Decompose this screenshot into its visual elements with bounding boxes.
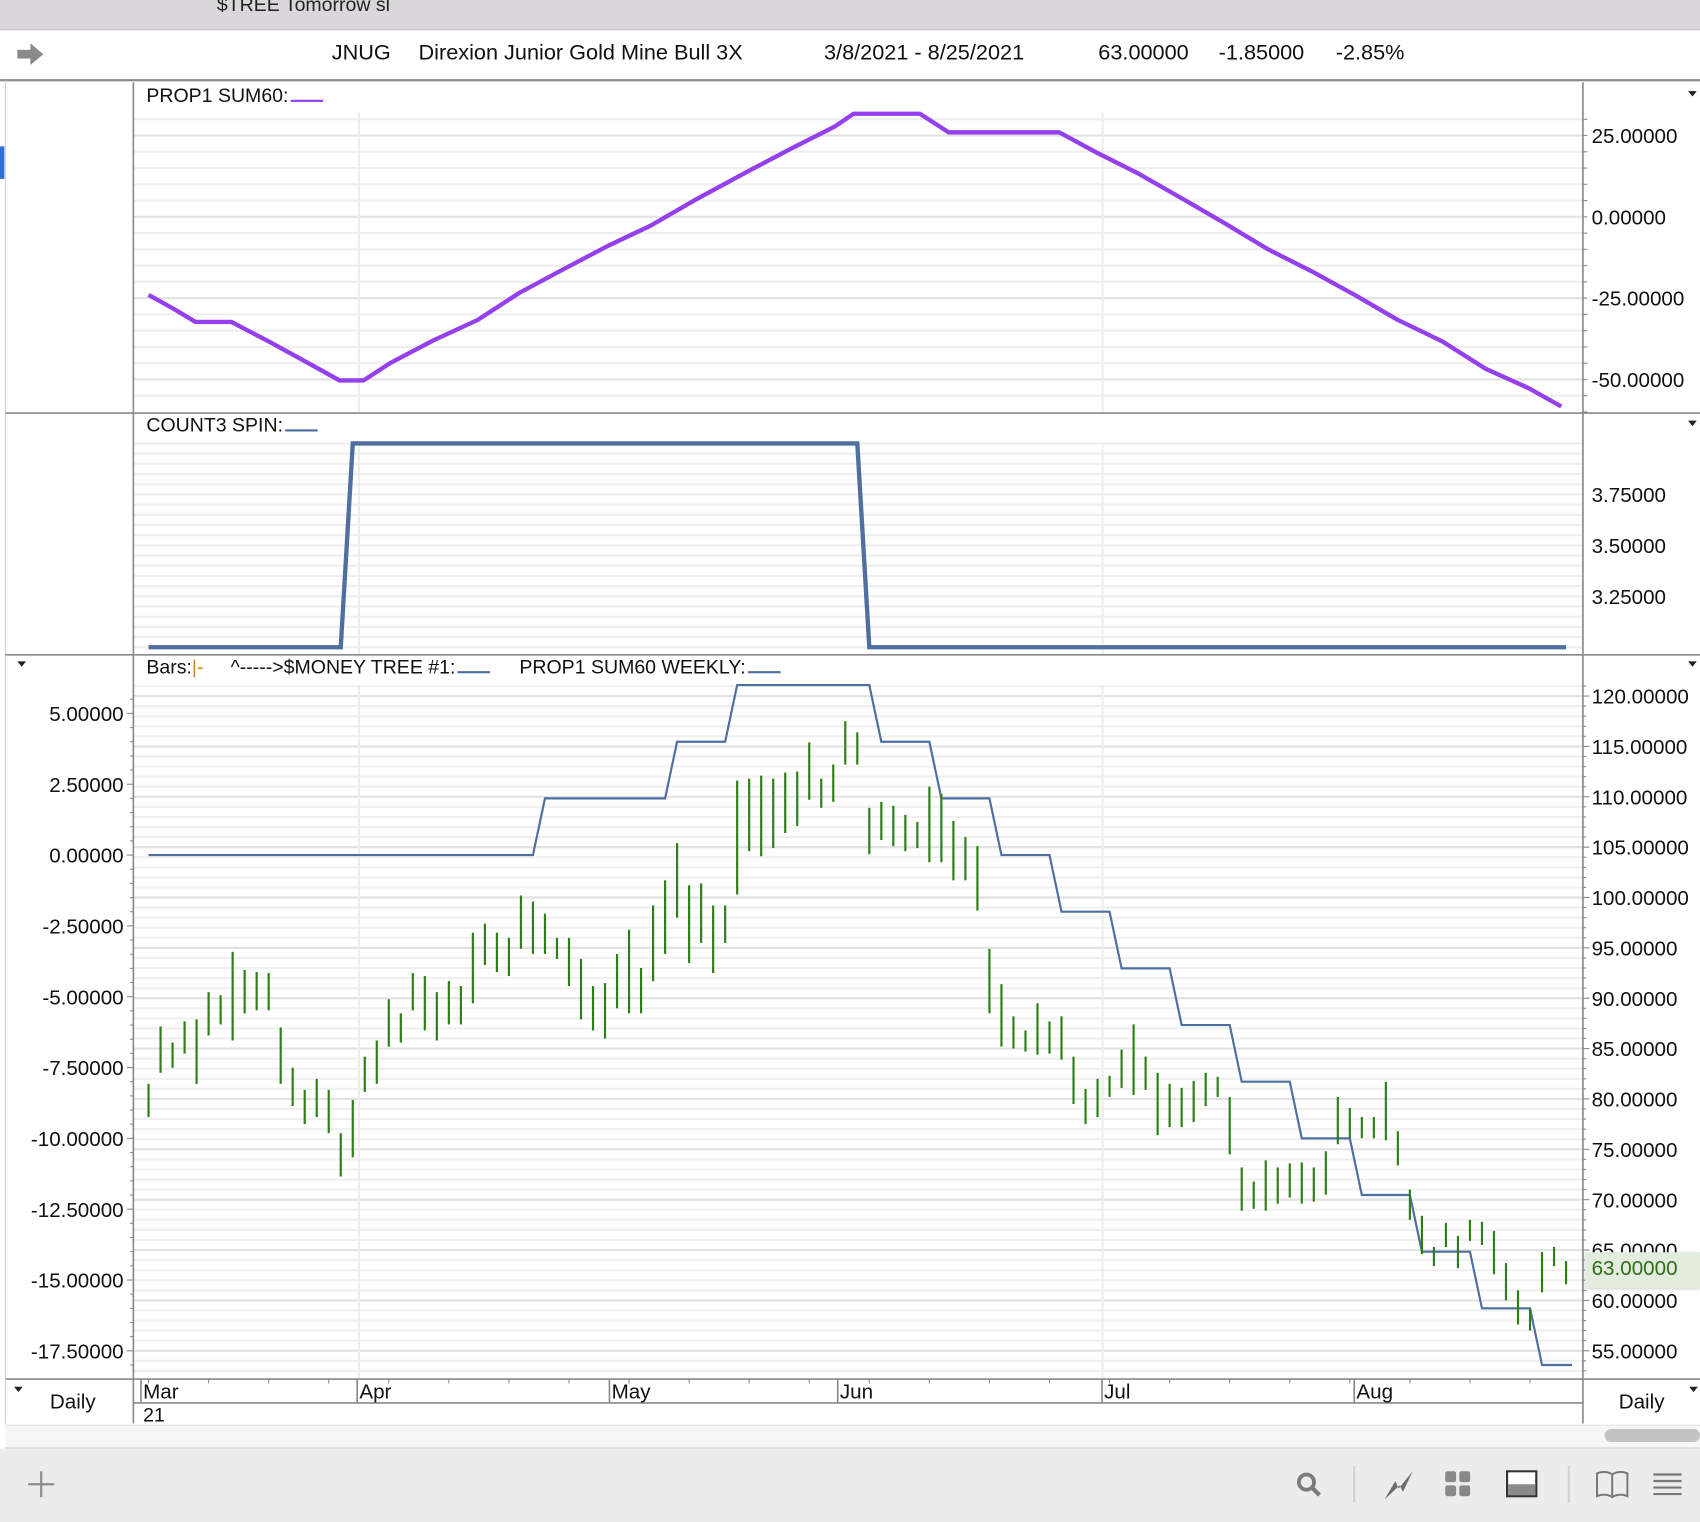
legend-label: PROP1 SUM60: bbox=[146, 84, 289, 107]
last-price-tag: 63.00000 bbox=[1585, 1252, 1700, 1289]
right-axis-label: 110.00000 bbox=[1592, 786, 1688, 809]
x-year-label: 21 bbox=[143, 1404, 165, 1426]
y-tick-label: -50.00000 bbox=[1592, 369, 1685, 392]
horizontal-scrollbar[interactable] bbox=[5, 1424, 1700, 1450]
legend-swatch bbox=[285, 429, 318, 432]
left-axis-label: -10.00000 bbox=[31, 1128, 124, 1151]
panel-menu-icon[interactable] bbox=[1688, 420, 1697, 427]
left-axis-label: 2.50000 bbox=[49, 774, 123, 797]
x-month-label: May bbox=[612, 1381, 652, 1404]
add-icon bbox=[28, 1471, 55, 1498]
periodicity-menu-icon[interactable] bbox=[1689, 1386, 1698, 1393]
add-button[interactable] bbox=[23, 1466, 60, 1503]
legend-label: PROP1 SUM60 WEEKLY: bbox=[519, 655, 746, 678]
panel-button[interactable] bbox=[1504, 1466, 1541, 1503]
right-axis-label: 80.00000 bbox=[1592, 1089, 1678, 1112]
y-tick-label: 0.00000 bbox=[1592, 206, 1666, 229]
legend-swatch bbox=[290, 99, 324, 102]
layout-grid-icon bbox=[1445, 1471, 1471, 1497]
chart-canvas[interactable]: 25.00000 0.00000 -25.00000 -50.00000 3.75000… bbox=[0, 0, 1700, 1448]
chart-window: $TREE Tomorrow sl JNUG Direxion Junior G… bbox=[0, 0, 1700, 1522]
x-month-label: Jul bbox=[1104, 1381, 1130, 1404]
legend-label: Bars: bbox=[146, 655, 192, 678]
right-axis-label: 100.00000 bbox=[1592, 887, 1689, 910]
periodicity-right[interactable]: Daily bbox=[1619, 1391, 1665, 1415]
right-axis-label: 55.00000 bbox=[1592, 1340, 1678, 1363]
legend-swatch bbox=[747, 671, 781, 674]
right-axis-label: 60.00000 bbox=[1592, 1290, 1678, 1313]
periodicity-menu-icon[interactable] bbox=[14, 1386, 23, 1393]
right-axis-label: 75.00000 bbox=[1592, 1139, 1678, 1162]
book-icon bbox=[1596, 1470, 1629, 1499]
scrollbar-thumb[interactable] bbox=[1604, 1428, 1700, 1442]
x-month-label: Jun bbox=[840, 1381, 873, 1404]
periodicity-left[interactable]: Daily bbox=[50, 1391, 96, 1415]
right-axis-label: 105.00000 bbox=[1592, 837, 1689, 860]
chart-style-button[interactable] bbox=[1380, 1466, 1417, 1503]
y-tick-label: 3.50000 bbox=[1592, 535, 1666, 558]
search-icon bbox=[1296, 1472, 1322, 1497]
panel-icon bbox=[1505, 1470, 1538, 1498]
left-axis-label: -17.50000 bbox=[31, 1340, 124, 1363]
legend-count3-spin: COUNT3 SPIN: bbox=[146, 414, 318, 437]
left-axis-label: -2.50000 bbox=[42, 915, 123, 938]
left-axis-label: -15.00000 bbox=[31, 1270, 124, 1293]
legend-prop1-sum60: PROP1 SUM60: bbox=[146, 84, 324, 108]
legend-bars: Bars:|- ^----->$MONEY TREE #1: PROP1 SUM… bbox=[146, 655, 781, 679]
legend-label: COUNT3 SPIN: bbox=[146, 414, 284, 436]
bars-glyph: |- bbox=[191, 655, 204, 678]
y-tick-label: 3.75000 bbox=[1592, 484, 1666, 507]
legend-label: ^----->$MONEY TREE #1: bbox=[230, 655, 456, 678]
left-axis-menu-icon[interactable] bbox=[17, 661, 27, 667]
panel-menu-icon[interactable] bbox=[1688, 661, 1697, 667]
panel-menu-icon[interactable] bbox=[1688, 91, 1697, 97]
x-month-label: Aug bbox=[1356, 1381, 1393, 1404]
right-axis-label: 70.00000 bbox=[1592, 1189, 1678, 1212]
x-month-label: Mar bbox=[143, 1381, 179, 1404]
layout-grid-button[interactable] bbox=[1440, 1466, 1477, 1503]
left-axis-label: 5.00000 bbox=[49, 703, 123, 726]
menu-icon bbox=[1653, 1473, 1682, 1496]
legend-swatch bbox=[457, 671, 491, 674]
x-month-label: Apr bbox=[359, 1381, 391, 1404]
right-axis-label: 115.00000 bbox=[1592, 736, 1688, 759]
right-axis-label: 120.00000 bbox=[1592, 686, 1689, 709]
right-axis-label: 85.00000 bbox=[1592, 1038, 1678, 1061]
last-price-tag-text: 63.00000 bbox=[1591, 1257, 1678, 1281]
left-axis-label: 0.00000 bbox=[49, 845, 123, 868]
y-tick-label: 25.00000 bbox=[1592, 125, 1678, 148]
menu-button[interactable] bbox=[1649, 1466, 1686, 1503]
chart-style-icon bbox=[1384, 1471, 1413, 1500]
y-tick-label: -25.00000 bbox=[1592, 288, 1685, 311]
y-tick-label: 3.25000 bbox=[1592, 586, 1666, 609]
left-axis-label: -5.00000 bbox=[42, 986, 123, 1009]
left-axis-label: -12.50000 bbox=[31, 1199, 124, 1222]
left-axis-label: -7.50000 bbox=[42, 1057, 123, 1080]
right-axis-label: 90.00000 bbox=[1592, 988, 1678, 1011]
book-button[interactable] bbox=[1594, 1466, 1631, 1503]
search-button[interactable] bbox=[1290, 1466, 1327, 1503]
right-axis-label: 95.00000 bbox=[1592, 937, 1678, 960]
